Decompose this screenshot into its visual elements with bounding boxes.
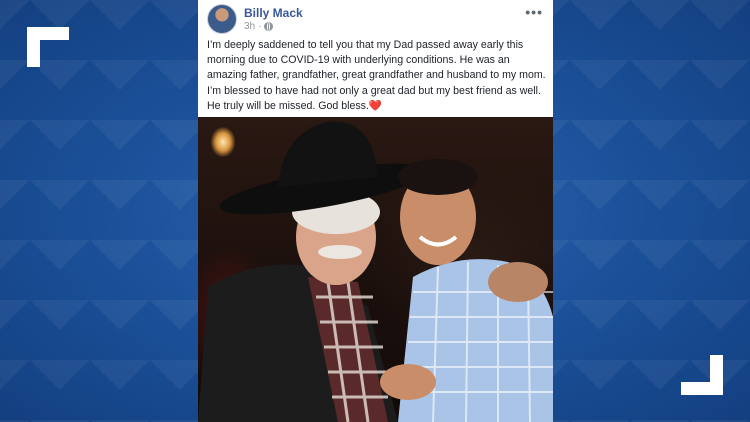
younger-man-hair [398,159,478,195]
hat-crown [278,121,378,187]
more-options-icon[interactable]: ••• [525,4,543,20]
photo-scene [198,121,553,422]
author-name[interactable]: Billy Mack [244,6,303,20]
facebook-post: Billy Mack 3h · ••• I’m deeply saddened … [198,0,553,422]
post-meta: 3h · [244,21,274,32]
heart-icon: ❤️ [368,99,383,112]
post-header: Billy Mack 3h · ••• [207,4,547,34]
corner-bracket-top-left [27,27,69,67]
globe-icon [264,22,274,31]
corner-bracket-bottom-right [681,355,723,395]
hand-on-shoulder [488,262,548,302]
post-photo[interactable] [198,117,553,422]
post-time[interactable]: 3h [244,21,255,32]
dot-separator: · [258,21,262,32]
thumbs-up-hand [380,364,436,400]
post-body: I’m deeply saddened to tell you that my … [207,38,547,114]
mustache [318,245,362,259]
avatar[interactable] [207,4,237,34]
